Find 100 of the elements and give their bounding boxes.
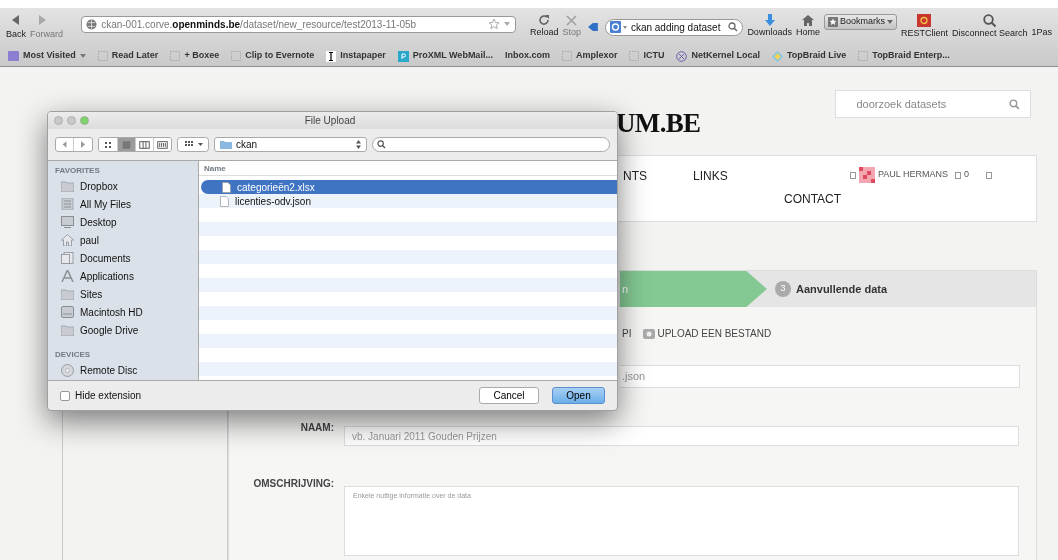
step-label[interactable]: Aanvullende data — [796, 280, 888, 298]
location-popup[interactable]: ckan — [214, 137, 367, 152]
dashed-square-icon[interactable] — [97, 51, 108, 61]
sidebar-item[interactable]: Google Drive — [80, 322, 139, 338]
small-square-icon[interactable] — [955, 171, 961, 179]
magnifier-icon[interactable] — [983, 13, 997, 27]
folder-icon[interactable] — [61, 180, 74, 192]
notification-count[interactable]: 0 — [964, 168, 970, 182]
hard-drive-icon[interactable] — [61, 306, 74, 318]
forward-arrow-icon[interactable] — [38, 15, 46, 26]
search-field[interactable]: doorzoek datasets — [835, 90, 1032, 118]
sidebar-item[interactable]: Desktop — [80, 214, 117, 230]
close-icon[interactable] — [54, 116, 63, 125]
sidebar-item[interactable]: Sites — [80, 286, 103, 302]
bookmark-link[interactable]: Instapaper — [340, 49, 386, 63]
bookmark-star-icon[interactable] — [489, 19, 512, 29]
arrange-menu-icon[interactable] — [177, 137, 209, 152]
field-label: OMSCHRIJVING: — [252, 477, 335, 491]
icon-view-icon[interactable] — [99, 138, 117, 151]
letter-i-icon[interactable] — [326, 50, 337, 62]
checkbox-label[interactable]: Hide extension — [75, 388, 142, 403]
zoom-icon[interactable] — [80, 116, 89, 125]
dashed-square-icon[interactable] — [170, 51, 181, 61]
small-square-icon[interactable] — [986, 171, 993, 179]
toolbar-button[interactable]: Downloads — [747, 26, 792, 40]
toolbar-button[interactable]: Home — [795, 25, 820, 40]
bookmarks-button[interactable]: Bookmarks — [823, 14, 897, 30]
reload-button[interactable]: Reload — [530, 26, 559, 40]
cancel-button[interactable]: Cancel — [479, 387, 539, 404]
circled-x-icon[interactable] — [676, 50, 688, 62]
bookmark-link[interactable]: TopBraid Enterp... — [872, 49, 950, 63]
close-icon[interactable] — [566, 14, 578, 26]
sidebar-item[interactable]: All My Files — [80, 196, 132, 212]
sidebar-item[interactable]: Remote Disc — [80, 362, 138, 378]
bookmark-link[interactable]: Clip to Evernote — [245, 49, 315, 63]
toolbar-button[interactable]: Disconnect Search — [951, 26, 1028, 41]
disc-icon[interactable] — [61, 363, 74, 377]
toolbar-button[interactable]: RESTClient — [900, 26, 948, 41]
address-bar[interactable]: ckan-001.corve.openminds.be/dataset/new_resource/test2013-11-05b — [81, 15, 517, 33]
p-logo-icon[interactable] — [397, 50, 409, 62]
letter-a-icon[interactable] — [61, 270, 74, 282]
documents-icon[interactable] — [61, 252, 74, 264]
bookmark-link[interactable]: NetKernel Local — [691, 49, 760, 63]
search-engine-icon[interactable] — [609, 21, 628, 33]
upload-file-link[interactable]: UPLOAD EEN BESTAND — [657, 326, 772, 341]
search-field[interactable] — [372, 137, 610, 152]
bookmark-link[interactable]: Most Visited — [23, 49, 76, 63]
open-button[interactable]: Open — [552, 387, 605, 404]
dashed-square-icon[interactable] — [561, 51, 572, 61]
api-link[interactable]: PI — [622, 326, 632, 341]
sidebar-item[interactable]: Macintosh HD — [80, 304, 143, 320]
sidebar-item[interactable]: Dropbox — [80, 178, 118, 194]
download-arrow-icon[interactable] — [763, 14, 776, 27]
avatar-pattern-icon[interactable] — [859, 167, 875, 183]
back-button[interactable]: Back — [6, 28, 26, 42]
bookmark-link[interactable]: Inbox.com — [504, 49, 550, 63]
back-arrow-icon[interactable] — [12, 15, 20, 26]
column-view-icon[interactable] — [135, 138, 153, 151]
folder-icon[interactable] — [61, 324, 74, 336]
file-row[interactable]: licenties-odv.json — [199, 194, 617, 208]
caret-icon[interactable] — [79, 54, 86, 58]
bookmark-link[interactable]: TopBraid Live — [786, 49, 847, 63]
nav-link[interactable]: LINKS — [693, 167, 728, 185]
cover-flow-icon[interactable] — [153, 138, 171, 151]
search-field[interactable]: ckan adding dataset — [604, 18, 744, 36]
sidebar-item[interactable]: paul — [80, 232, 99, 248]
site-logo[interactable]: UM.BE — [616, 103, 701, 144]
checkbox[interactable] — [60, 390, 70, 401]
home-icon[interactable] — [801, 14, 814, 26]
camera-icon[interactable] — [643, 328, 656, 339]
file-row[interactable]: categorieën2.xlsx — [201, 180, 617, 194]
small-square-icon[interactable] — [850, 171, 856, 179]
bookmark-link[interactable]: ICTU — [643, 49, 665, 63]
nav-link[interactable]: NTS — [623, 167, 647, 185]
diamond-icon[interactable] — [771, 50, 783, 62]
nav-link[interactable]: CONTACT — [784, 190, 842, 208]
minimize-icon[interactable] — [67, 116, 76, 125]
list-view-icon[interactable] — [117, 138, 135, 151]
bookmark-link[interactable]: ProXML WebMail... — [412, 49, 493, 63]
folder-icon[interactable] — [61, 288, 74, 300]
bookmark-link[interactable]: Read Later — [111, 49, 159, 63]
file-cabinet-icon[interactable] — [61, 198, 74, 210]
caret-icon — [886, 20, 893, 24]
folder-icon[interactable] — [8, 51, 19, 61]
dashed-square-icon[interactable] — [629, 51, 640, 61]
user-name[interactable]: PAUL HERMANS — [878, 168, 948, 182]
bookmark-link[interactable]: + Boxee — [184, 49, 220, 63]
monitor-icon[interactable] — [61, 216, 74, 228]
dashed-square-icon[interactable] — [231, 51, 242, 61]
ring-logo-icon[interactable] — [917, 13, 932, 27]
bookmark-link[interactable]: Amplexor — [575, 49, 618, 63]
column-header[interactable]: Name — [199, 161, 617, 176]
house-icon[interactable] — [61, 234, 74, 246]
toolbar-button[interactable]: 1Pas — [1031, 26, 1052, 40]
reload-icon[interactable] — [538, 14, 551, 27]
tag-icon[interactable] — [587, 22, 599, 32]
search-icon[interactable] — [1009, 98, 1021, 110]
sidebar-item[interactable]: Documents — [80, 250, 131, 266]
sidebar-item[interactable]: Applications — [80, 268, 134, 284]
dashed-square-icon[interactable] — [858, 51, 869, 61]
